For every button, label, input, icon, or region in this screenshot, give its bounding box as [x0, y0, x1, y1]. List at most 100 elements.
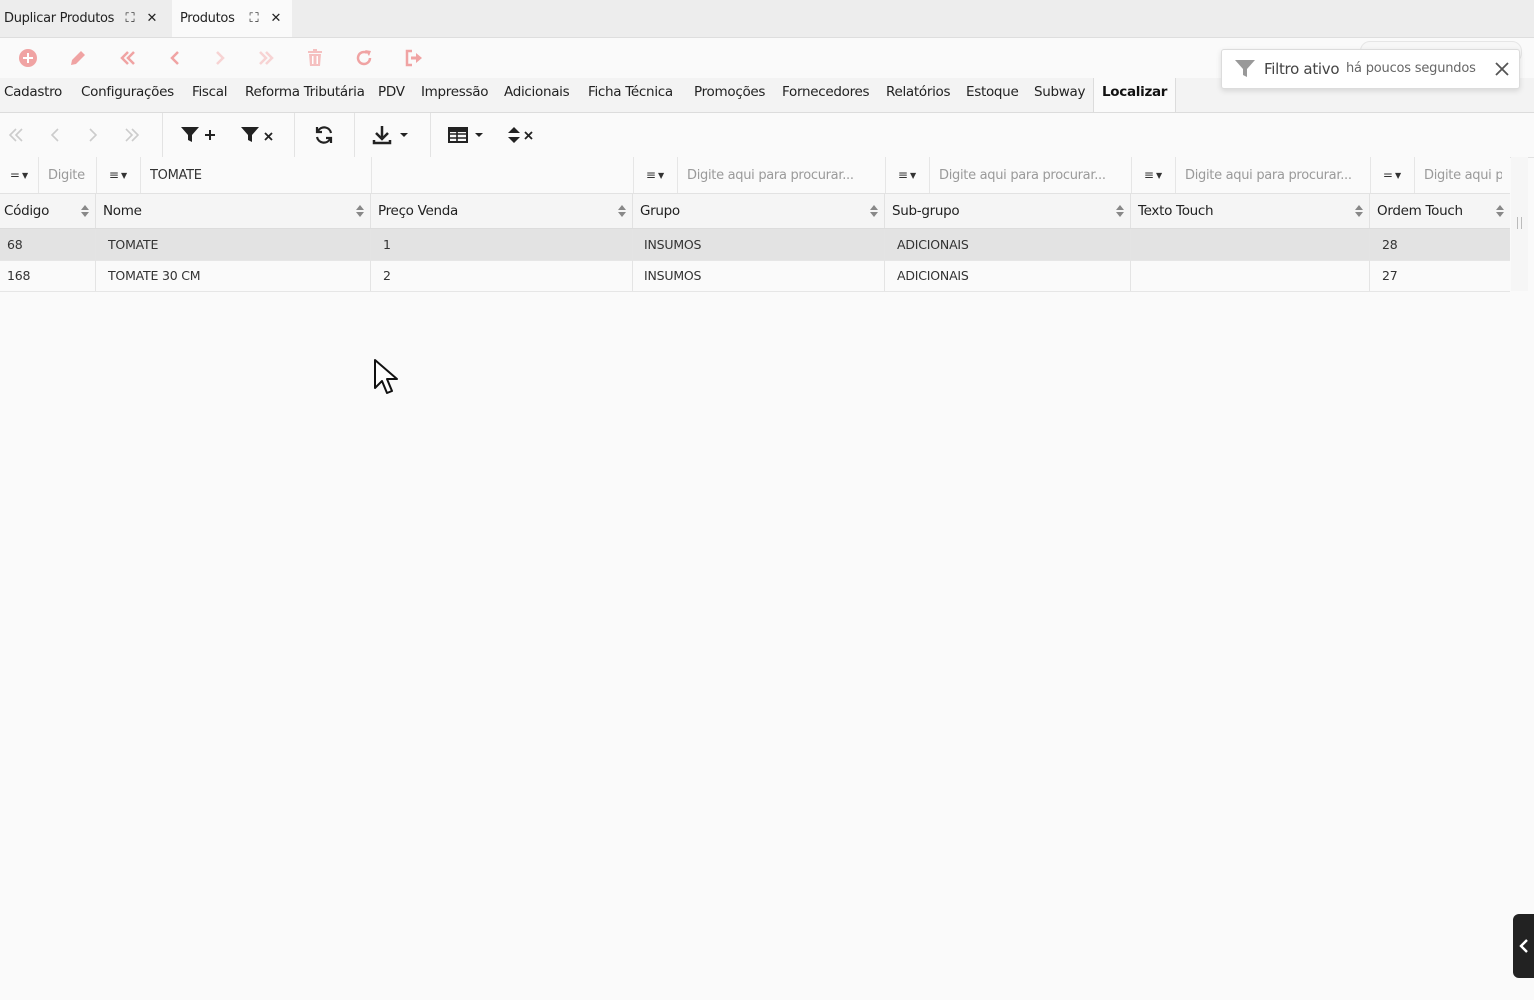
- columns-dropdown-button[interactable]: [446, 121, 488, 149]
- grid-last-page-button[interactable]: [120, 121, 144, 149]
- filter-active-toast: Filtro ativo há poucos segundos: [1221, 49, 1520, 89]
- tab-reforma-tributaria[interactable]: Reforma Tributária: [245, 78, 365, 112]
- tab-cadastro[interactable]: Cadastro: [4, 78, 62, 112]
- cell-texto-touch: [1131, 260, 1370, 291]
- reload-button[interactable]: [347, 42, 381, 74]
- filter-input-codigo[interactable]: [40, 157, 96, 193]
- previous-record-button[interactable]: [158, 42, 192, 74]
- column-header-subgrupo[interactable]: Sub-grupo: [885, 194, 1131, 228]
- column-header-codigo[interactable]: Código: [0, 194, 96, 228]
- tab-subway[interactable]: Subway: [1034, 78, 1086, 112]
- cell-subgrupo: ADICIONAIS: [885, 229, 1131, 260]
- filter-input-ordem-touch[interactable]: [1416, 157, 1510, 193]
- filter-clear-icon: [241, 127, 273, 142]
- first-record-button[interactable]: [111, 42, 145, 74]
- table-row[interactable]: 168 TOMATE 30 CM 2 INSUMOS ADICIONAIS 27: [0, 260, 1510, 292]
- tab-fornecedores[interactable]: Fornecedores: [782, 78, 870, 112]
- tab-adicionais[interactable]: Adicionais: [504, 78, 570, 112]
- close-icon[interactable]: ✕: [144, 10, 160, 26]
- add-icon: [19, 49, 37, 67]
- tab-ficha-tecnica[interactable]: Ficha Técnica: [588, 78, 673, 112]
- filter-operator-button[interactable]: = ▼: [0, 157, 39, 193]
- sort-icon: [870, 205, 878, 217]
- sort-icon: [81, 205, 89, 217]
- clear-filter-button[interactable]: [238, 121, 278, 149]
- tab-estoque[interactable]: Estoque: [966, 78, 1019, 112]
- tab-pdv[interactable]: PDV: [378, 78, 405, 112]
- last-record-button[interactable]: [249, 42, 283, 74]
- filter-input-texto-touch[interactable]: [1177, 157, 1370, 193]
- grid-refresh-button[interactable]: [310, 121, 338, 149]
- cell-preco-venda: 1: [371, 229, 633, 260]
- grid-first-page-button[interactable]: [4, 121, 28, 149]
- filter-input-grupo[interactable]: [679, 157, 885, 193]
- tab-localizar[interactable]: Localizar: [1093, 78, 1177, 112]
- grid-vertical-scrollbar[interactable]: [1511, 157, 1528, 291]
- last-record-icon: [259, 51, 274, 65]
- doc-tab-label: Duplicar Produtos: [4, 11, 115, 26]
- cell-codigo: 68: [0, 229, 96, 260]
- doc-tab-produtos[interactable]: Produtos ⛶ ✕: [172, 0, 292, 37]
- caret-down-icon: ▼: [120, 170, 128, 180]
- caret-down-icon: ▼: [1394, 170, 1402, 180]
- add-filter-button[interactable]: [178, 121, 220, 149]
- filter-operator-button[interactable]: ≡ ▼: [1131, 157, 1176, 193]
- tab-impressao[interactable]: Impressão: [421, 78, 488, 112]
- filter-cell-codigo: = ▼: [0, 157, 97, 193]
- table-row[interactable]: 68 TOMATE 1 INSUMOS ADICIONAIS 28: [0, 229, 1510, 261]
- maximize-icon[interactable]: ⛶: [246, 10, 262, 26]
- operator-symbol: =: [1382, 168, 1393, 182]
- column-header-preco-venda[interactable]: Preço Venda: [371, 194, 633, 228]
- grid-next-page-button[interactable]: [82, 121, 104, 149]
- doc-tab-duplicar-produtos[interactable]: Duplicar Produtos ⛶ ✕: [0, 0, 172, 37]
- grid-previous-page-button[interactable]: [44, 121, 66, 149]
- download-icon: [372, 126, 408, 145]
- edit-button[interactable]: [61, 42, 95, 74]
- close-icon[interactable]: ✕: [268, 10, 284, 26]
- tab-configuracoes[interactable]: Configurações: [81, 78, 174, 112]
- filter-input-subgrupo[interactable]: [931, 157, 1131, 193]
- toolbar-divider: [430, 113, 431, 157]
- cell-ordem-touch: 27: [1382, 268, 1398, 283]
- filter-input-nome[interactable]: [142, 157, 371, 193]
- caret-down-icon: ▼: [909, 170, 917, 180]
- cell-codigo: 168: [0, 260, 96, 291]
- exit-button[interactable]: [397, 42, 431, 74]
- cell-grupo: INSUMOS: [633, 229, 885, 260]
- filter-operator-button[interactable]: = ▼: [1370, 157, 1415, 193]
- delete-icon: [308, 49, 322, 66]
- operator-symbol: ≡: [897, 168, 908, 182]
- tab-relatorios[interactable]: Relatórios: [886, 78, 951, 112]
- add-button[interactable]: [11, 42, 45, 74]
- cell-nome: TOMATE: [96, 229, 371, 260]
- operator-symbol: ≡: [645, 168, 656, 182]
- previous-record-icon: [170, 51, 179, 65]
- delete-button[interactable]: [298, 42, 332, 74]
- tab-promocoes[interactable]: Promoções: [694, 78, 765, 112]
- column-header-grupo[interactable]: Grupo: [633, 194, 885, 228]
- clear-sort-button[interactable]: [504, 121, 538, 149]
- filter-operator-button[interactable]: ≡ ▼: [633, 157, 678, 193]
- column-header-texto-touch[interactable]: Texto Touch: [1131, 194, 1370, 228]
- maximize-icon[interactable]: ⛶: [122, 10, 138, 26]
- toolbar-divider: [354, 113, 355, 157]
- scrollbar-thumb[interactable]: [1517, 217, 1522, 229]
- filter-icon: [1235, 60, 1255, 77]
- tab-fiscal[interactable]: Fiscal: [192, 78, 228, 112]
- export-dropdown-button[interactable]: [370, 121, 412, 149]
- filter-add-icon: [181, 127, 215, 142]
- column-header-ordem-touch[interactable]: Ordem Touch: [1370, 194, 1510, 228]
- chevron-right-icon: [89, 128, 98, 142]
- side-panel-toggle-button[interactable]: [1513, 914, 1534, 978]
- column-header-nome[interactable]: Nome: [96, 194, 371, 228]
- next-record-button[interactable]: [203, 42, 237, 74]
- toolbar-divider: [294, 113, 295, 157]
- column-header-label: Ordem Touch: [1377, 203, 1463, 219]
- column-header-label: Sub-grupo: [892, 203, 960, 219]
- close-icon[interactable]: [1492, 59, 1512, 79]
- filter-operator-button[interactable]: ≡ ▼: [96, 157, 141, 193]
- operator-symbol: ≡: [108, 168, 119, 182]
- sort-icon: [1116, 205, 1124, 217]
- filter-operator-button[interactable]: ≡ ▼: [885, 157, 930, 193]
- cell-ordem-touch: 28: [1382, 237, 1398, 252]
